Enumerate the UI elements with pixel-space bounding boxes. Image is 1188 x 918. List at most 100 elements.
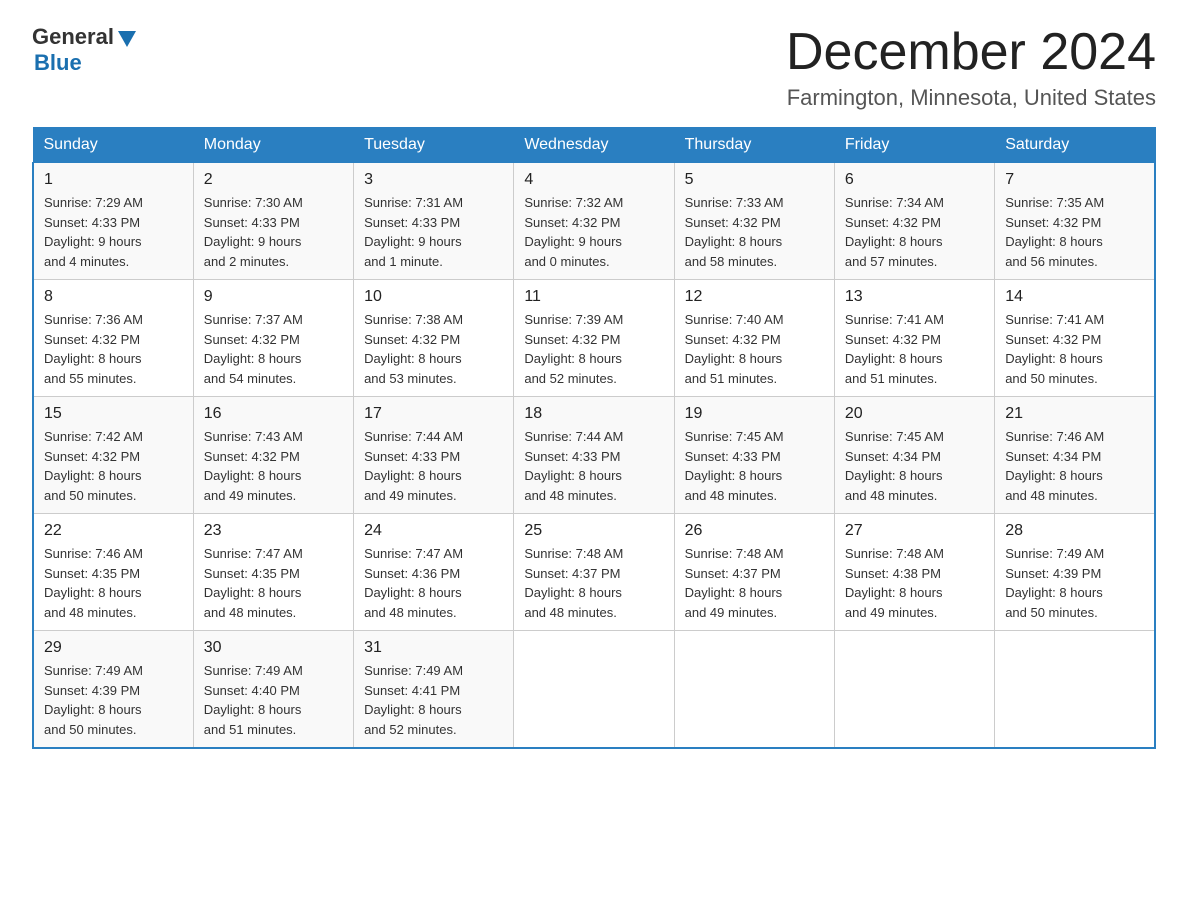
day-info: Sunrise: 7:33 AMSunset: 4:32 PMDaylight:… <box>685 193 824 271</box>
calendar-cell: 8 Sunrise: 7:36 AMSunset: 4:32 PMDayligh… <box>33 280 193 397</box>
day-number: 15 <box>44 405 183 423</box>
day-number: 6 <box>845 171 984 189</box>
calendar-cell: 17 Sunrise: 7:44 AMSunset: 4:33 PMDaylig… <box>354 397 514 514</box>
calendar-cell: 4 Sunrise: 7:32 AMSunset: 4:32 PMDayligh… <box>514 163 674 280</box>
day-info: Sunrise: 7:47 AMSunset: 4:36 PMDaylight:… <box>364 544 503 622</box>
day-number: 20 <box>845 405 984 423</box>
day-number: 4 <box>524 171 663 189</box>
calendar-cell: 3 Sunrise: 7:31 AMSunset: 4:33 PMDayligh… <box>354 163 514 280</box>
calendar-cell: 25 Sunrise: 7:48 AMSunset: 4:37 PMDaylig… <box>514 514 674 631</box>
calendar-cell: 11 Sunrise: 7:39 AMSunset: 4:32 PMDaylig… <box>514 280 674 397</box>
day-number: 12 <box>685 288 824 306</box>
day-number: 13 <box>845 288 984 306</box>
day-number: 11 <box>524 288 663 306</box>
logo: General Blue <box>32 24 138 76</box>
day-info: Sunrise: 7:44 AMSunset: 4:33 PMDaylight:… <box>364 427 503 505</box>
calendar-cell: 16 Sunrise: 7:43 AMSunset: 4:32 PMDaylig… <box>193 397 353 514</box>
calendar-week-row: 15 Sunrise: 7:42 AMSunset: 4:32 PMDaylig… <box>33 397 1155 514</box>
calendar-week-row: 1 Sunrise: 7:29 AMSunset: 4:33 PMDayligh… <box>33 163 1155 280</box>
calendar-cell: 31 Sunrise: 7:49 AMSunset: 4:41 PMDaylig… <box>354 631 514 749</box>
calendar-cell <box>514 631 674 749</box>
day-info: Sunrise: 7:46 AMSunset: 4:34 PMDaylight:… <box>1005 427 1144 505</box>
day-number: 2 <box>204 171 343 189</box>
calendar-cell: 9 Sunrise: 7:37 AMSunset: 4:32 PMDayligh… <box>193 280 353 397</box>
day-number: 27 <box>845 522 984 540</box>
calendar-week-row: 22 Sunrise: 7:46 AMSunset: 4:35 PMDaylig… <box>33 514 1155 631</box>
calendar-week-row: 29 Sunrise: 7:49 AMSunset: 4:39 PMDaylig… <box>33 631 1155 749</box>
calendar-cell: 26 Sunrise: 7:48 AMSunset: 4:37 PMDaylig… <box>674 514 834 631</box>
day-number: 1 <box>44 171 183 189</box>
day-info: Sunrise: 7:49 AMSunset: 4:39 PMDaylight:… <box>1005 544 1144 622</box>
day-info: Sunrise: 7:49 AMSunset: 4:40 PMDaylight:… <box>204 661 343 739</box>
day-number: 28 <box>1005 522 1144 540</box>
page-header: General Blue December 2024 Farmington, M… <box>32 24 1156 111</box>
calendar-cell: 23 Sunrise: 7:47 AMSunset: 4:35 PMDaylig… <box>193 514 353 631</box>
day-number: 14 <box>1005 288 1144 306</box>
day-number: 8 <box>44 288 183 306</box>
calendar-cell: 27 Sunrise: 7:48 AMSunset: 4:38 PMDaylig… <box>834 514 994 631</box>
day-info: Sunrise: 7:35 AMSunset: 4:32 PMDaylight:… <box>1005 193 1144 271</box>
day-info: Sunrise: 7:36 AMSunset: 4:32 PMDaylight:… <box>44 310 183 388</box>
day-info: Sunrise: 7:34 AMSunset: 4:32 PMDaylight:… <box>845 193 984 271</box>
day-number: 9 <box>204 288 343 306</box>
day-info: Sunrise: 7:32 AMSunset: 4:32 PMDaylight:… <box>524 193 663 271</box>
calendar-header-row: SundayMondayTuesdayWednesdayThursdayFrid… <box>33 128 1155 163</box>
day-number: 25 <box>524 522 663 540</box>
calendar-cell: 29 Sunrise: 7:49 AMSunset: 4:39 PMDaylig… <box>33 631 193 749</box>
calendar-cell: 28 Sunrise: 7:49 AMSunset: 4:39 PMDaylig… <box>995 514 1155 631</box>
calendar-cell: 6 Sunrise: 7:34 AMSunset: 4:32 PMDayligh… <box>834 163 994 280</box>
day-info: Sunrise: 7:30 AMSunset: 4:33 PMDaylight:… <box>204 193 343 271</box>
day-info: Sunrise: 7:49 AMSunset: 4:39 PMDaylight:… <box>44 661 183 739</box>
calendar-cell: 24 Sunrise: 7:47 AMSunset: 4:36 PMDaylig… <box>354 514 514 631</box>
day-info: Sunrise: 7:37 AMSunset: 4:32 PMDaylight:… <box>204 310 343 388</box>
calendar-cell <box>674 631 834 749</box>
calendar-week-row: 8 Sunrise: 7:36 AMSunset: 4:32 PMDayligh… <box>33 280 1155 397</box>
day-info: Sunrise: 7:42 AMSunset: 4:32 PMDaylight:… <box>44 427 183 505</box>
day-info: Sunrise: 7:45 AMSunset: 4:33 PMDaylight:… <box>685 427 824 505</box>
day-info: Sunrise: 7:47 AMSunset: 4:35 PMDaylight:… <box>204 544 343 622</box>
calendar-cell: 10 Sunrise: 7:38 AMSunset: 4:32 PMDaylig… <box>354 280 514 397</box>
day-info: Sunrise: 7:46 AMSunset: 4:35 PMDaylight:… <box>44 544 183 622</box>
calendar-cell: 7 Sunrise: 7:35 AMSunset: 4:32 PMDayligh… <box>995 163 1155 280</box>
day-info: Sunrise: 7:48 AMSunset: 4:37 PMDaylight:… <box>685 544 824 622</box>
day-info: Sunrise: 7:48 AMSunset: 4:37 PMDaylight:… <box>524 544 663 622</box>
day-number: 5 <box>685 171 824 189</box>
day-number: 3 <box>364 171 503 189</box>
col-header-friday: Friday <box>834 128 994 163</box>
day-number: 23 <box>204 522 343 540</box>
day-number: 18 <box>524 405 663 423</box>
calendar-cell <box>995 631 1155 749</box>
col-header-saturday: Saturday <box>995 128 1155 163</box>
day-number: 7 <box>1005 171 1144 189</box>
day-info: Sunrise: 7:29 AMSunset: 4:33 PMDaylight:… <box>44 193 183 271</box>
calendar-cell: 1 Sunrise: 7:29 AMSunset: 4:33 PMDayligh… <box>33 163 193 280</box>
day-number: 10 <box>364 288 503 306</box>
day-info: Sunrise: 7:43 AMSunset: 4:32 PMDaylight:… <box>204 427 343 505</box>
logo-blue-text: Blue <box>34 50 82 76</box>
day-info: Sunrise: 7:49 AMSunset: 4:41 PMDaylight:… <box>364 661 503 739</box>
day-info: Sunrise: 7:44 AMSunset: 4:33 PMDaylight:… <box>524 427 663 505</box>
calendar-cell: 22 Sunrise: 7:46 AMSunset: 4:35 PMDaylig… <box>33 514 193 631</box>
calendar-cell: 13 Sunrise: 7:41 AMSunset: 4:32 PMDaylig… <box>834 280 994 397</box>
calendar-cell: 15 Sunrise: 7:42 AMSunset: 4:32 PMDaylig… <box>33 397 193 514</box>
day-number: 29 <box>44 639 183 657</box>
col-header-tuesday: Tuesday <box>354 128 514 163</box>
day-number: 26 <box>685 522 824 540</box>
day-info: Sunrise: 7:38 AMSunset: 4:32 PMDaylight:… <box>364 310 503 388</box>
day-number: 24 <box>364 522 503 540</box>
calendar-cell <box>834 631 994 749</box>
day-number: 19 <box>685 405 824 423</box>
month-title: December 2024 <box>786 24 1156 81</box>
day-info: Sunrise: 7:48 AMSunset: 4:38 PMDaylight:… <box>845 544 984 622</box>
day-info: Sunrise: 7:31 AMSunset: 4:33 PMDaylight:… <box>364 193 503 271</box>
day-number: 16 <box>204 405 343 423</box>
calendar-cell: 19 Sunrise: 7:45 AMSunset: 4:33 PMDaylig… <box>674 397 834 514</box>
day-info: Sunrise: 7:41 AMSunset: 4:32 PMDaylight:… <box>845 310 984 388</box>
logo-general-text: General <box>32 24 114 50</box>
calendar-cell: 14 Sunrise: 7:41 AMSunset: 4:32 PMDaylig… <box>995 280 1155 397</box>
col-header-sunday: Sunday <box>33 128 193 163</box>
calendar-cell: 18 Sunrise: 7:44 AMSunset: 4:33 PMDaylig… <box>514 397 674 514</box>
logo-triangle-icon <box>116 27 138 49</box>
col-header-monday: Monday <box>193 128 353 163</box>
location-title: Farmington, Minnesota, United States <box>786 85 1156 111</box>
